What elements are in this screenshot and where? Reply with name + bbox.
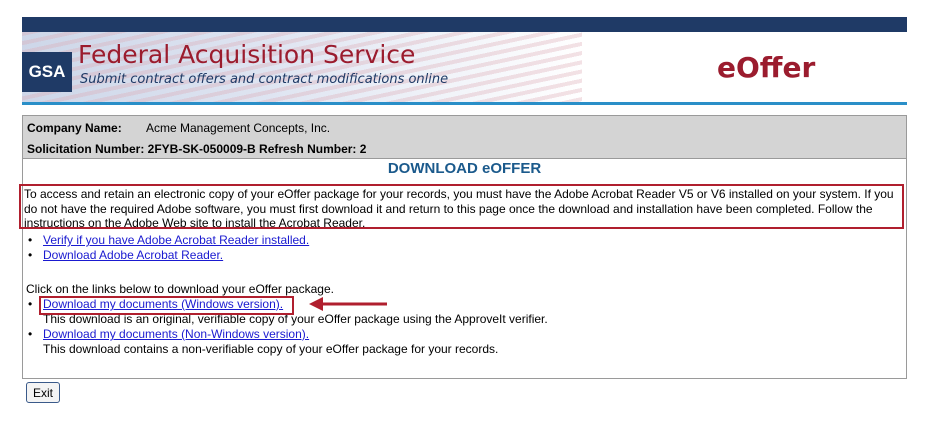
list-item: Download Adobe Acrobat Reader. [28,248,309,263]
download-instruction: Click on the links below to download you… [26,282,334,296]
list-item: Verify if you have Adobe Acrobat Reader … [28,233,309,248]
adobe-notice: To access and retain an electronic copy … [19,184,904,230]
offer-info-panel: Company Name: Acme Management Concepts, … [23,116,906,159]
windows-link-highlight [39,296,294,315]
company-name-label: Company Name: [27,121,122,135]
site-subtitle: Submit contract offers and contract modi… [80,72,449,87]
download-non-windows-description: This download contains a non-verifiable … [43,342,499,356]
verify-acrobat-link[interactable]: Verify if you have Adobe Acrobat Reader … [43,233,309,247]
download-acrobat-link[interactable]: Download Adobe Acrobat Reader. [43,248,223,262]
adobe-links-list: Verify if you have Adobe Acrobat Reader … [28,233,309,263]
header-divider [22,102,907,105]
page-title: DOWNLOAD eOFFER [387,160,542,177]
company-name-value: Acme Management Concepts, Inc. [146,121,331,135]
eoffer-logo: eOffer [717,51,816,84]
top-banner-bar [22,17,907,32]
site-header: GSA Federal Acquisition Service Submit c… [22,32,907,102]
pointer-arrow-icon [309,297,387,311]
download-non-windows-link[interactable]: Download my documents (Non-Windows versi… [43,327,309,341]
list-item: Download my documents (Non-Windows versi… [28,327,548,357]
site-title: Federal Acquisition Service [78,40,416,69]
gsa-logo: GSA [22,52,72,92]
exit-button[interactable]: Exit [26,382,61,403]
main-content: Company Name: Acme Management Concepts, … [19,115,907,379]
solicitation-number: Solicitation Number: 2FYB-SK-050009-B Re… [27,142,367,156]
